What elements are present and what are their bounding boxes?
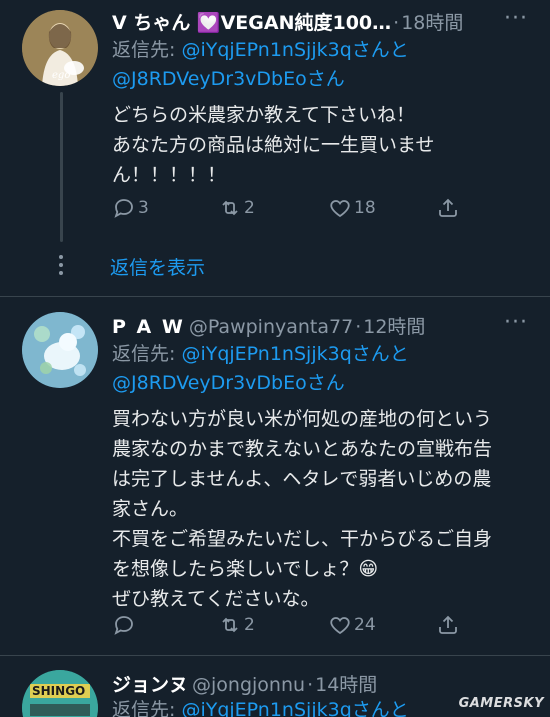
share-icon (439, 198, 457, 217)
like-count: 24 (354, 615, 376, 635)
reply-suffix: さん (306, 372, 345, 394)
avatar[interactable]: SHINGO (22, 670, 98, 717)
reply-to-line: 返信先: @iYqjEPn1nSjjk3qさんと @J8RDVeyDr3vDbE… (112, 340, 409, 398)
tweet-header: P A W @Pawpinyanta77 · 12時間 (112, 312, 425, 339)
avatar[interactable] (22, 312, 98, 388)
reply-mention-2[interactable]: @J8RDVeyDr3vDbEo (112, 68, 307, 90)
watermark-logo: GAMERSKY (458, 696, 544, 711)
reply-mention-2[interactable]: @J8RDVeyDr3vDbEo (112, 372, 307, 394)
thread-line (60, 92, 63, 242)
reply-to-line: 返信先: @iYqjEPn1nSjjk3qさんと (112, 696, 409, 717)
show-replies-link[interactable]: 返信を表示 (110, 253, 205, 280)
share-icon (439, 615, 457, 634)
like-count: 18 (354, 198, 376, 218)
reply-button[interactable]: 3 (112, 196, 149, 220)
retweet-count: 2 (244, 198, 255, 218)
reply-mention-1[interactable]: @iYqjEPn1nSjjk3q (181, 343, 351, 365)
reply-to-line: 返信先: @iYqjEPn1nSjjk3qさんと @J8RDVeyDr3vDbE… (112, 36, 409, 94)
share-button[interactable] (436, 196, 460, 220)
reply-conjunction: さんと (351, 343, 409, 365)
reply-conjunction: さんと (351, 699, 409, 717)
reply-icon (114, 616, 133, 635)
tweet-header: ジョンヌ @jongjonnu · 14時間 (112, 670, 377, 697)
avatar-image-icon (22, 312, 98, 388)
username[interactable]: @Pawpinyanta77 (189, 316, 353, 338)
reply-mention-1[interactable]: @iYqjEPn1nSjjk3q (181, 699, 351, 717)
share-button[interactable] (436, 613, 460, 637)
display-name[interactable]: P A W (112, 316, 185, 338)
avatar-label: ego (52, 70, 71, 81)
like-button[interactable]: 24 (328, 613, 376, 637)
tweet-text: 買わない方が良い米が何処の産地の何という 農家なのかまで教えないとあなたの宣戦布… (112, 408, 493, 610)
timestamp[interactable]: 12時間 (363, 312, 425, 339)
heart-icon (330, 617, 350, 635)
display-name[interactable]: V ちゃん 💟VEGAN純度100… (112, 8, 391, 35)
divider (0, 655, 550, 656)
tweet-header: V ちゃん 💟VEGAN純度100… · 18時間 (112, 8, 463, 35)
reply-suffix: さん (306, 68, 345, 90)
separator-dot: · (393, 12, 400, 34)
avatar[interactable]: ego (22, 10, 98, 86)
separator-dot: · (355, 316, 362, 338)
tweet-text: どちらの米農家か教えて下さいね！ あなた方の商品は絶対に一生買いませ ん！！！！… (112, 104, 435, 186)
reply-conjunction: さんと (351, 39, 409, 61)
reply-prefix: 返信先: (112, 39, 182, 61)
reply-mention-1[interactable]: @iYqjEPn1nSjjk3q (181, 39, 351, 61)
retweet-icon (222, 200, 238, 216)
retweet-icon (222, 617, 238, 633)
timestamp[interactable]: 18時間 (401, 8, 463, 35)
retweet-button[interactable]: 2 (218, 613, 255, 637)
thread-more-dots-icon (58, 255, 64, 275)
reply-count: 3 (138, 198, 149, 218)
like-button[interactable]: 18 (328, 196, 376, 220)
separator-dot: · (307, 674, 314, 696)
retweet-count: 2 (244, 615, 255, 635)
heart-icon (330, 200, 350, 218)
avatar-label: SHINGO (32, 684, 86, 698)
display-name[interactable]: ジョンヌ (112, 670, 188, 697)
timestamp[interactable]: 14時間 (315, 670, 377, 697)
more-options-icon[interactable]: ··· (504, 6, 528, 31)
reply-button[interactable] (112, 613, 138, 637)
reply-prefix: 返信先: (112, 699, 182, 717)
username[interactable]: @jongjonnu (192, 674, 305, 696)
divider (0, 296, 550, 297)
reply-prefix: 返信先: (112, 343, 182, 365)
retweet-button[interactable]: 2 (218, 196, 255, 220)
reply-icon (114, 199, 133, 218)
more-options-icon[interactable]: ··· (504, 310, 528, 335)
